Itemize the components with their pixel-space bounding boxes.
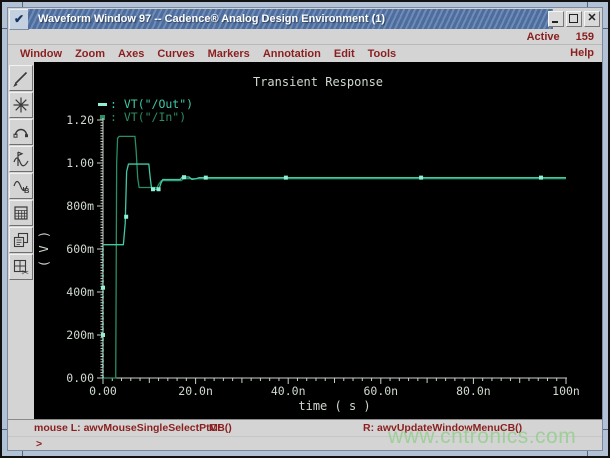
left-toolbar: B ✂ <box>8 62 34 420</box>
zoom-star-icon[interactable] <box>9 92 33 118</box>
mouse-right-binding: R: awvUpdateWindowMenuCB() <box>363 422 523 434</box>
trace-point-marker <box>156 187 161 192</box>
copy-window-icon[interactable] <box>9 227 33 253</box>
maximize-icon <box>569 14 578 23</box>
x-tick-label: 80.0n <box>456 384 491 398</box>
x-tick-label: 60.0n <box>363 384 398 398</box>
trace-point-marker <box>419 175 424 180</box>
trace-point-marker <box>283 175 288 180</box>
axes-lines <box>102 118 567 379</box>
trace-out <box>103 163 566 246</box>
mouse-left-binding: mouse L: awvMouseSingleSelectPtCB() <box>34 422 232 434</box>
mouse-bindings-line: mouse L: awvMouseSingleSelectPtCB() M: R… <box>8 422 602 435</box>
menu-item-axes[interactable]: Axes <box>118 48 144 60</box>
maximize-button[interactable] <box>566 11 582 27</box>
waveform-chart[interactable]: 0.00 200m 400m 600m 800m 1.00 1.20 0.00 20.0n 40.… <box>34 62 604 426</box>
window-controls: ✕ <box>548 11 600 27</box>
trace-point-marker <box>538 175 543 180</box>
y-tick-label: 0.00 <box>66 371 94 385</box>
y-tick-label: 800m <box>66 199 94 213</box>
trace-point-marker <box>101 333 105 337</box>
trace-point-marker <box>101 285 105 290</box>
window-menu-button[interactable]: ✔ <box>9 9 29 30</box>
trace-point-marker <box>203 175 208 180</box>
close-icon: ✕ <box>587 12 597 24</box>
menu-item-annotation[interactable]: Annotation <box>263 48 321 60</box>
x-tick-label: 40.0n <box>271 384 306 398</box>
arc-probe-icon[interactable] <box>9 119 33 145</box>
y-tick-label: 1.00 <box>66 156 94 170</box>
x-axis-label: time ( s ) <box>298 399 370 413</box>
y-axis-label: ( V ) <box>37 231 51 267</box>
svg-text:B: B <box>24 186 30 195</box>
marker-a-icon[interactable] <box>9 146 33 172</box>
y-tick-label: 600m <box>66 242 94 256</box>
trace-point-marker <box>124 214 129 219</box>
subwindow-scissors-icon[interactable]: ✂ <box>9 254 33 280</box>
window-title: Waveform Window 97 -- Cadence® Analog De… <box>38 13 386 25</box>
y-tick-label: 400m <box>66 285 94 299</box>
trace-in <box>103 135 566 379</box>
close-button[interactable]: ✕ <box>584 11 600 27</box>
marker-b-icon[interactable]: B <box>9 173 33 199</box>
frame-notch <box>603 28 608 29</box>
title-bar[interactable]: ✔ Waveform Window 97 -- Cadence® Analog … <box>8 8 602 30</box>
status-bar: mouse L: awvMouseSingleSelectPtCB() M: R… <box>8 419 602 450</box>
x-tick-label: 100n <box>552 384 580 398</box>
menu-item-tools[interactable]: Tools <box>368 48 397 60</box>
trace-point-marker <box>182 175 187 180</box>
menu-item-edit[interactable]: Edit <box>334 48 355 60</box>
calculator-icon[interactable] <box>9 200 33 226</box>
active-count: 159 <box>575 31 594 43</box>
active-label: Active <box>526 31 560 43</box>
window-content: ✔ Waveform Window 97 -- Cadence® Analog … <box>7 7 603 451</box>
minimize-icon <box>552 21 558 23</box>
menu-item-zoom[interactable]: Zoom <box>75 48 105 60</box>
y-tick-label: 1.20 <box>66 113 94 127</box>
menu-item-curves[interactable]: Curves <box>157 48 194 60</box>
active-status-row: Active 159 <box>8 30 602 45</box>
x-tick-label: 0.00 <box>89 384 117 398</box>
svg-text:✂: ✂ <box>22 268 30 278</box>
frame-notch <box>587 451 588 456</box>
menu-item-window[interactable]: Window <box>20 48 62 60</box>
main-area: B ✂ Transient Response : VT("/Out"): VT(… <box>8 62 602 420</box>
window-resize-frame-bottom[interactable] <box>2 451 608 456</box>
frame-notch <box>603 429 608 430</box>
trace-point-marker <box>151 187 156 192</box>
waveform-window: ✔ Waveform Window 97 -- Cadence® Analog … <box>0 0 610 458</box>
prompt-symbol: > <box>36 438 43 450</box>
title-bar-hatch[interactable]: Waveform Window 97 -- Cadence® Analog De… <box>28 9 553 29</box>
menu-item-help[interactable]: Help <box>570 45 594 62</box>
plot-canvas[interactable]: Transient Response : VT("/Out"): VT("/In… <box>34 62 602 420</box>
menu-bar: Window Zoom Axes Curves Markers Annotation Edi… <box>8 45 602 62</box>
y-tick-label: 200m <box>66 328 94 342</box>
x-tick-label: 20.0n <box>178 384 213 398</box>
frame-notch <box>22 451 23 456</box>
command-prompt-line[interactable]: > <box>8 436 602 450</box>
minimize-button[interactable] <box>548 11 564 27</box>
menu-item-markers[interactable]: Markers <box>208 48 250 60</box>
pen-icon[interactable] <box>9 65 33 91</box>
mouse-middle-binding: M: <box>209 422 222 434</box>
